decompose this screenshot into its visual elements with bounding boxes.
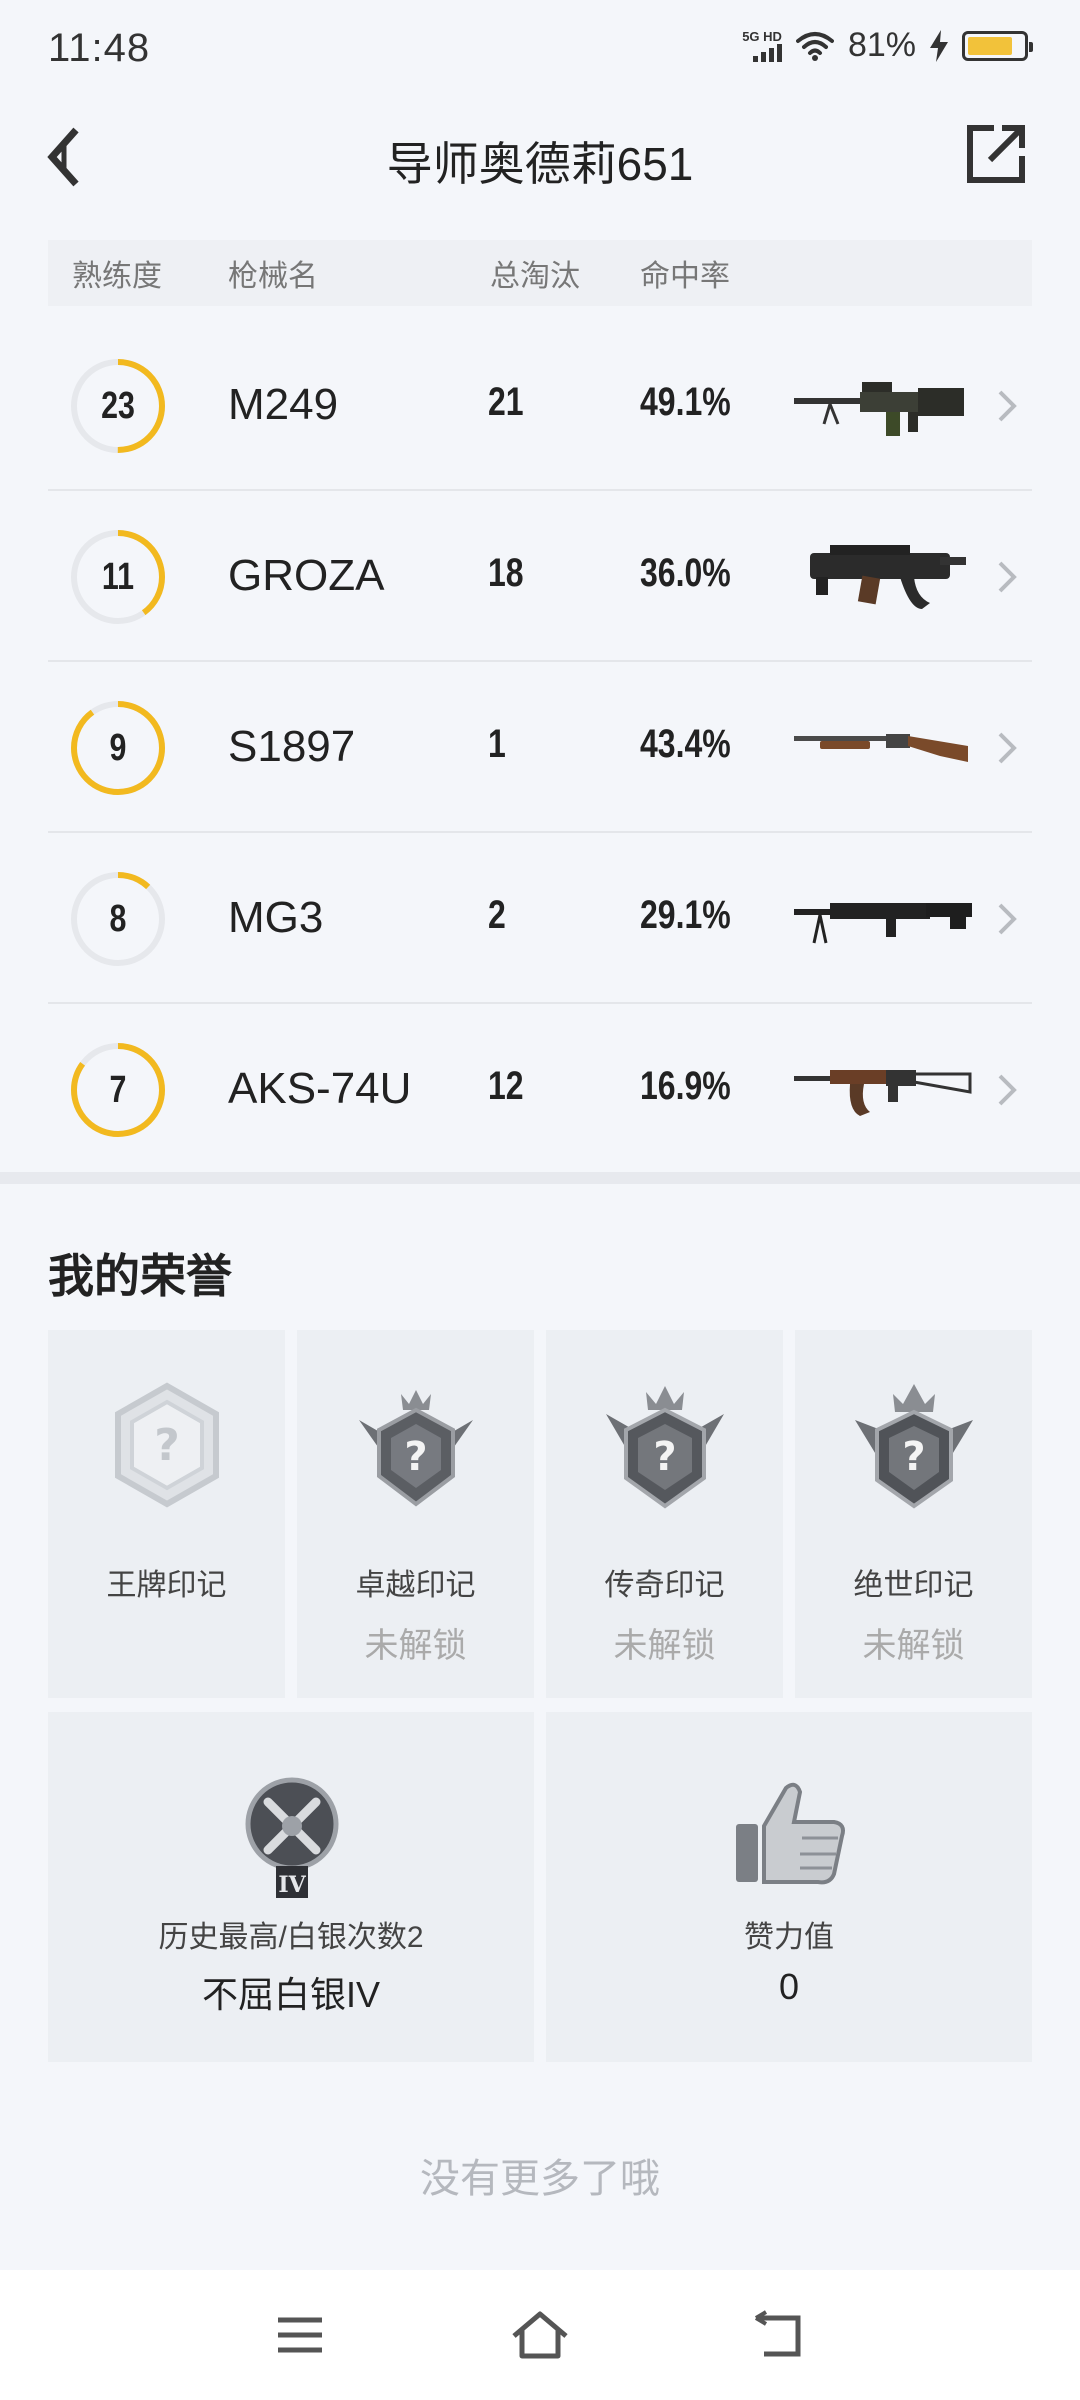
proficiency-ring: 8	[70, 871, 166, 967]
chevron-right-icon	[998, 1074, 1017, 1106]
accuracy-value: 36.0%	[640, 551, 731, 595]
gun-name: MG3	[228, 893, 324, 942]
honors-title: 我的荣誉	[48, 1250, 232, 1302]
honor-label: 卓越印记	[355, 1569, 476, 1602]
proficiency-ring: 7	[70, 1042, 166, 1138]
gun-name: GROZA	[228, 551, 385, 600]
weapon-row[interactable]: 11 GROZA 18 36.0%	[48, 491, 1032, 662]
accuracy-value: 43.4%	[640, 722, 731, 766]
excellence-mark-badge-icon: ?	[359, 1390, 473, 1507]
peerless-mark-badge-icon: ?	[855, 1384, 973, 1509]
table-header: 熟练度 枪械名 总淘汰 命中率	[48, 240, 1032, 306]
proficiency-level: 8	[109, 898, 127, 940]
back-nav-icon[interactable]	[752, 2310, 812, 2360]
status-bar: 11:48 5G HD 81%	[0, 0, 1080, 100]
section-divider	[0, 1172, 1080, 1184]
bullpup-rifle-icon	[810, 545, 966, 609]
highest-rank-card[interactable]: IV 历史最高/白银次数2 不屈白银IV	[48, 1712, 534, 2062]
svg-text:?: ?	[404, 1434, 427, 1480]
rank-value: 不屈白银IV	[201, 1974, 380, 2015]
accuracy-value: 16.9%	[640, 1064, 731, 1108]
svg-text:?: ?	[154, 1420, 180, 1471]
proficiency-ring: 11	[70, 529, 166, 625]
weapon-row[interactable]: 9 S1897 1 43.4%	[48, 662, 1032, 833]
thumbs-up-icon	[736, 1782, 845, 1885]
svg-text:?: ?	[653, 1434, 676, 1480]
honor-status: 未解锁	[862, 1627, 965, 1665]
honor-card[interactable]: ? 卓越印记 未解锁	[297, 1330, 534, 1698]
share-icon[interactable]	[964, 122, 1028, 186]
honor-card[interactable]: ? 绝世印记 未解锁	[795, 1330, 1032, 1698]
rank-badge-text: IV	[278, 1872, 306, 1898]
system-nav-bar	[0, 2270, 1080, 2400]
ace-mark-badge-icon: ?	[115, 1382, 219, 1508]
carbine-icon	[794, 1070, 972, 1116]
honor-label: 绝世印记	[853, 1569, 974, 1602]
chevron-right-icon	[998, 561, 1017, 593]
signal-icon: 5G HD	[742, 28, 782, 62]
col-proficiency: 熟练度	[72, 260, 162, 293]
weapon-row[interactable]: 23 M249 21 49.1%	[48, 320, 1032, 491]
honor-status: 未解锁	[364, 1627, 467, 1665]
status-icons: 5G HD 81%	[742, 26, 1033, 65]
battery-percent: 81%	[847, 26, 916, 64]
honor-card[interactable]: ? 王牌印记	[48, 1330, 285, 1698]
kills-value: 2	[488, 893, 506, 937]
lmg-icon	[794, 382, 964, 436]
shotgun-icon	[794, 734, 968, 762]
wifi-icon	[795, 31, 834, 61]
status-time: 11:48	[48, 26, 151, 70]
top-bar: 导师奥德莉651	[0, 110, 1080, 200]
charging-icon	[930, 29, 948, 62]
chevron-right-icon	[998, 732, 1017, 764]
kills-value: 18	[488, 551, 524, 595]
gun-name: AKS-74U	[228, 1064, 412, 1113]
gun-name: S1897	[228, 722, 356, 771]
honor-card[interactable]: ? 传奇印记 未解锁	[546, 1330, 783, 1698]
gun-name: M249	[228, 380, 339, 429]
machine-gun-icon	[794, 903, 972, 944]
kills-value: 21	[488, 380, 524, 424]
honor-label: 传奇印记	[604, 1569, 725, 1602]
kills-value: 1	[488, 722, 506, 766]
page-title: 导师奥德莉651	[386, 138, 694, 190]
likes-card[interactable]: 赞力值 0	[546, 1712, 1032, 2062]
proficiency-level: 23	[101, 385, 135, 427]
accuracy-value: 29.1%	[640, 893, 731, 937]
likes-value: 0	[778, 1966, 800, 2007]
chevron-right-icon	[998, 903, 1017, 935]
col-accuracy: 命中率	[640, 260, 730, 293]
svg-text:?: ?	[902, 1434, 925, 1480]
menu-icon[interactable]	[270, 2310, 330, 2360]
end-of-list-text: 没有更多了哦	[420, 2157, 660, 2201]
proficiency-level: 11	[101, 556, 135, 598]
silver-rank-badge-icon: IV	[245, 1777, 339, 1898]
kills-value: 12	[488, 1064, 524, 1108]
accuracy-value: 49.1%	[640, 380, 731, 424]
weapon-row[interactable]: 7 AKS-74U 12 16.9%	[48, 1004, 1032, 1175]
chevron-right-icon	[998, 390, 1017, 422]
honor-label: 王牌印记	[106, 1569, 227, 1602]
battery-icon	[962, 30, 1033, 61]
likes-label: 赞力值	[744, 1921, 834, 1954]
home-icon[interactable]	[510, 2310, 570, 2360]
weapon-list: 23 M249 21 49.1% 11 GROZA 18 36.0% 9 S18…	[48, 320, 1032, 1175]
proficiency-level: 7	[109, 1069, 127, 1111]
proficiency-ring: 23	[70, 358, 166, 454]
rank-label: 历史最高/白银次数2	[158, 1921, 424, 1954]
col-kills: 总淘汰	[490, 260, 580, 293]
legend-mark-badge-icon: ?	[606, 1386, 724, 1509]
proficiency-level: 9	[109, 727, 127, 769]
proficiency-ring: 9	[70, 700, 166, 796]
col-gun-name: 枪械名	[228, 260, 318, 293]
weapon-row[interactable]: 8 MG3 2 29.1%	[48, 833, 1032, 1004]
network-label: 5G HD	[742, 28, 782, 44]
honor-status: 未解锁	[613, 1627, 716, 1665]
